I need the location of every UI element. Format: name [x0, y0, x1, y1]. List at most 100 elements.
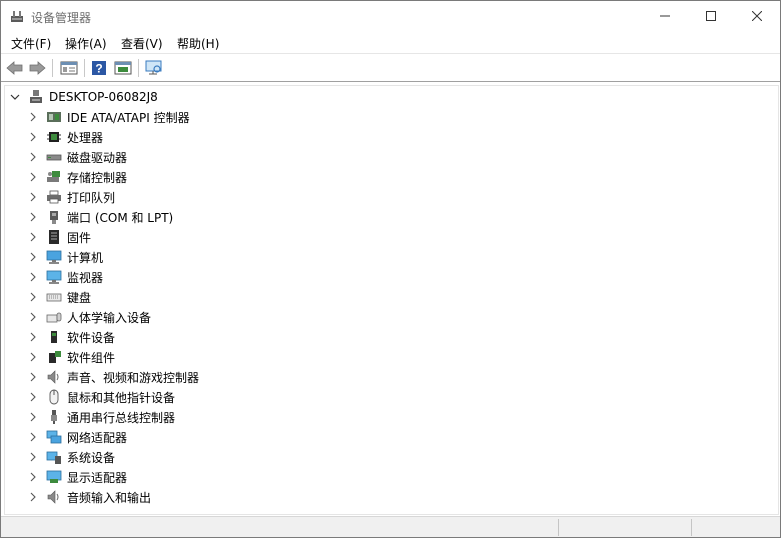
menu-bar: 文件(F) 操作(A) 查看(V) 帮助(H): [1, 31, 780, 54]
forward-button[interactable]: [27, 59, 47, 77]
chevron-right-icon[interactable]: [28, 152, 38, 162]
tree-item[interactable]: 网络适配器: [28, 427, 127, 447]
scan-hardware-icon: [145, 60, 162, 75]
tree-item-label: 音频输入和输出: [67, 490, 152, 505]
tree-item[interactable]: 通用串行总线控制器: [28, 407, 175, 427]
sound-icon: [47, 370, 59, 384]
processor-icon: [47, 132, 61, 142]
tree-item[interactable]: 计算机: [28, 247, 103, 267]
software-component-icon: [49, 351, 61, 363]
storage-controller-icon: [47, 171, 60, 182]
keyboard-icon: [46, 293, 62, 302]
menu-file[interactable]: 文件(F): [11, 35, 51, 52]
toolbar-separator: [138, 59, 139, 77]
tree-item-label: 固件: [67, 230, 92, 245]
computer-root-icon: [30, 90, 42, 103]
tree-item[interactable]: 显示适配器: [28, 467, 127, 487]
maximize-icon: [706, 11, 716, 21]
chevron-right-icon[interactable]: [28, 392, 38, 402]
usb-icon: [51, 410, 57, 424]
tree-item[interactable]: 鼠标和其他指针设备: [28, 387, 175, 407]
tree-item[interactable]: 系统设备: [28, 447, 115, 467]
tree-item[interactable]: 声音、视频和游戏控制器: [28, 367, 199, 387]
tree-root-label: DESKTOP-06082J8: [49, 90, 158, 104]
device-manager-app-icon: [9, 8, 25, 24]
status-separator: [558, 519, 559, 536]
properties-button[interactable]: [59, 59, 79, 77]
printer-icon: [47, 190, 61, 204]
tree-item[interactable]: 软件组件: [28, 347, 115, 367]
tree-item[interactable]: 存储控制器: [28, 167, 127, 187]
chevron-right-icon[interactable]: [28, 212, 38, 222]
tree-item-label: 系统设备: [67, 450, 116, 465]
tree-item-label: 计算机: [67, 250, 104, 265]
tree-item-label: 磁盘驱动器: [67, 150, 128, 165]
tree-item[interactable]: 人体学输入设备: [28, 307, 151, 327]
firmware-icon: [49, 230, 59, 244]
properties-icon: [60, 61, 78, 75]
tree-item[interactable]: 音频输入和输出: [28, 487, 151, 507]
computer-icon: [46, 250, 62, 264]
scan-hardware-button[interactable]: [144, 59, 164, 77]
chevron-right-icon[interactable]: [28, 132, 38, 142]
chevron-right-icon[interactable]: [28, 432, 38, 442]
network-adapter-icon: [46, 430, 62, 444]
close-button[interactable]: [734, 1, 780, 31]
tree-root[interactable]: DESKTOP-06082J8: [10, 87, 158, 107]
toolbar-separator: [84, 59, 85, 77]
chevron-right-icon[interactable]: [28, 352, 38, 362]
help-button[interactable]: ?: [89, 59, 109, 77]
back-arrow-icon: [6, 61, 23, 75]
chevron-right-icon[interactable]: [28, 192, 38, 202]
tree-item[interactable]: 固件: [28, 227, 91, 247]
chevron-right-icon[interactable]: [28, 412, 38, 422]
chevron-right-icon[interactable]: [28, 492, 38, 502]
chevron-right-icon[interactable]: [28, 452, 38, 462]
tree-item[interactable]: 端口 (COM 和 LPT): [28, 207, 173, 227]
tree-item-label: 打印队列: [67, 190, 116, 205]
title-bar[interactable]: 设备管理器: [1, 1, 780, 31]
device-tree[interactable]: DESKTOP-06082J8 IDE ATA/ATAPI 控制器处理器磁盘驱动…: [4, 85, 779, 515]
tree-item-label: 网络适配器: [67, 430, 128, 445]
tree-item-label: 监视器: [67, 270, 104, 285]
menu-view[interactable]: 查看(V): [121, 35, 163, 52]
tree-item[interactable]: 键盘: [28, 287, 91, 307]
update-driver-button[interactable]: [113, 59, 133, 77]
hid-icon: [46, 312, 62, 323]
mouse-icon: [49, 389, 59, 405]
chevron-right-icon[interactable]: [28, 372, 38, 382]
tree-item-label: 通用串行总线控制器: [67, 410, 176, 425]
chevron-right-icon[interactable]: [28, 172, 38, 182]
tree-item-label: IDE ATA/ATAPI 控制器: [67, 110, 190, 125]
chevron-right-icon[interactable]: [28, 312, 38, 322]
menu-action[interactable]: 操作(A): [65, 35, 107, 52]
chevron-right-icon[interactable]: [28, 252, 38, 262]
system-device-icon: [46, 451, 61, 464]
audio-io-icon: [47, 490, 59, 504]
tree-item-label: 端口 (COM 和 LPT): [67, 210, 174, 225]
tree-item[interactable]: 软件设备: [28, 327, 115, 347]
tree-item[interactable]: 处理器: [28, 127, 103, 147]
maximize-button[interactable]: [688, 1, 734, 31]
minimize-button[interactable]: [642, 1, 688, 31]
chevron-right-icon[interactable]: [28, 332, 38, 342]
tree-item[interactable]: 打印队列: [28, 187, 115, 207]
chevron-right-icon[interactable]: [28, 112, 38, 122]
tree-item[interactable]: 磁盘驱动器: [28, 147, 127, 167]
help-icon: ?: [92, 61, 106, 76]
chevron-right-icon[interactable]: [28, 232, 38, 242]
update-driver-icon: [114, 61, 132, 75]
tree-item[interactable]: 监视器: [28, 267, 103, 287]
tree-item[interactable]: IDE ATA/ATAPI 控制器: [28, 107, 190, 127]
device-manager-window: 设备管理器 文件(F) 操作(A) 查看(V) 帮助(H) ? DESKTOP-…: [0, 0, 781, 538]
menu-help[interactable]: 帮助(H): [177, 35, 219, 52]
chevron-right-icon[interactable]: [28, 272, 38, 282]
chevron-down-icon[interactable]: [10, 92, 20, 102]
toolbar: ?: [1, 55, 780, 82]
chevron-right-icon[interactable]: [28, 472, 38, 482]
back-button[interactable]: [5, 59, 25, 77]
tree-item-label: 软件组件: [67, 350, 116, 365]
chevron-right-icon[interactable]: [28, 292, 38, 302]
tree-item-label: 键盘: [67, 290, 92, 305]
tree-item-label: 显示适配器: [67, 470, 128, 485]
